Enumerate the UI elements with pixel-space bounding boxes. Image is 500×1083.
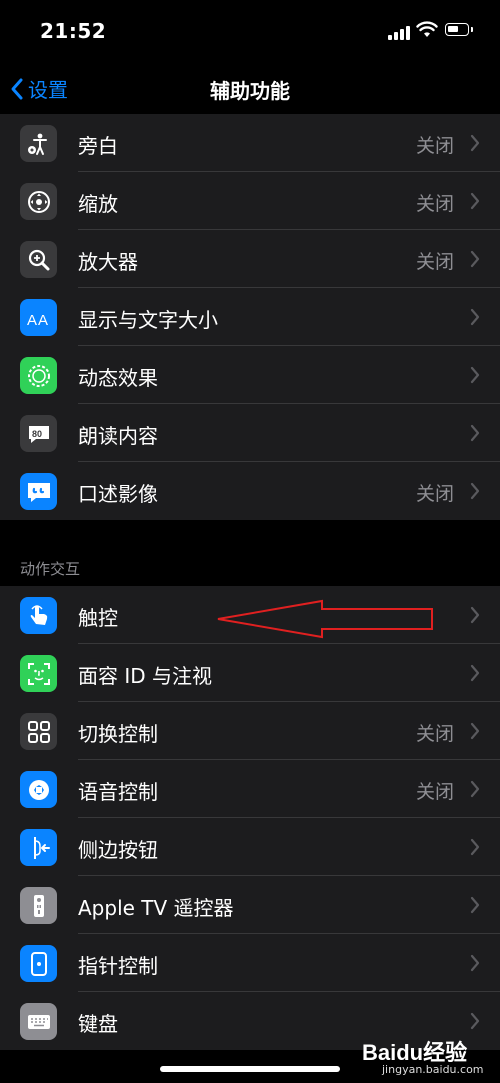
magnifier-icon (20, 241, 57, 278)
settings-row-value: 关闭 (415, 723, 454, 745)
status-bar: 21:52 (0, 0, 500, 60)
settings-row-value: 关闭 (415, 193, 454, 215)
chevron-right-icon (470, 664, 480, 682)
svg-text:A: A (38, 312, 48, 329)
chevron-right-icon (470, 1012, 480, 1030)
physical-motor-settings-group: 触控 面容 ID 与注视 切换控制 关闭 语音控制 关闭 侧边按钮 Apple TV 遥控器指… (0, 586, 500, 1050)
navigation-bar: 设置 辅助功能 (0, 60, 500, 116)
settings-row-value: 关闭 (415, 251, 454, 273)
settings-row-side-button[interactable]: 侧边按钮 (0, 818, 500, 876)
settings-row-label: 键盘 (78, 1012, 118, 1036)
voiceover-icon (20, 125, 57, 162)
settings-row-label: 切换控制 (78, 722, 158, 746)
settings-row-label: 动态效果 (78, 366, 158, 390)
settings-row-label: 缩放 (78, 192, 118, 216)
chevron-right-icon (470, 838, 480, 856)
chevron-right-icon (470, 308, 480, 326)
settings-row-value: 关闭 (415, 135, 454, 157)
settings-row-label: 触控 (78, 606, 118, 630)
baidu-jingyan-watermark: Baidu经验 jingyan.baidu.com (362, 1033, 492, 1079)
settings-row-switch-control[interactable]: 切换控制 关闭 (0, 702, 500, 760)
settings-row-motion[interactable]: 动态效果 (0, 346, 500, 404)
settings-row-voice-control[interactable]: 语音控制 关闭 (0, 760, 500, 818)
touch-icon (20, 597, 57, 634)
svg-text:80: 80 (32, 429, 42, 439)
zoom-icon (20, 183, 57, 220)
status-time: 21:52 (40, 19, 107, 43)
settings-row-touch[interactable]: 触控 (0, 586, 500, 644)
settings-row-value: 关闭 (415, 781, 454, 803)
settings-row-zoom[interactable]: 缩放 关闭 (0, 172, 500, 230)
settings-row-label: 侧边按钮 (78, 838, 158, 862)
audio-descriptions-icon (20, 473, 57, 510)
keyboard-icon (20, 1003, 57, 1040)
watermark-url: jingyan.baidu.com (382, 1063, 484, 1076)
chevron-right-icon (470, 606, 480, 624)
settings-row-label: 显示与文字大小 (78, 308, 218, 332)
chevron-right-icon (470, 134, 480, 152)
settings-row-magnifier[interactable]: 放大器 关闭 (0, 230, 500, 288)
settings-row-apple-tv-remote[interactable]: Apple TV 遥控器 (0, 876, 500, 934)
wifi-icon (416, 21, 438, 37)
section-header-physical-motor: 动作交互 (20, 560, 81, 578)
motion-icon (20, 357, 57, 394)
spoken-content-icon: 80 (20, 415, 57, 452)
settings-row-value: 关闭 (415, 483, 454, 505)
cellular-signal-icon (388, 24, 410, 40)
chevron-right-icon (470, 366, 480, 384)
chevron-right-icon (470, 954, 480, 972)
battery-icon (445, 23, 473, 36)
chevron-right-icon (470, 896, 480, 914)
chevron-right-icon (470, 722, 480, 740)
settings-row-pointer-control[interactable]: 指针控制 (0, 934, 500, 992)
home-indicator[interactable] (160, 1066, 340, 1072)
svg-text:A: A (27, 312, 37, 329)
settings-row-label: 口述影像 (78, 482, 158, 506)
settings-row-label: 朗读内容 (78, 424, 158, 448)
chevron-right-icon (470, 780, 480, 798)
pointer-control-icon (20, 945, 57, 982)
page-title: 辅助功能 (210, 79, 290, 103)
settings-row-voiceover[interactable]: 旁白 关闭 (0, 114, 500, 172)
settings-row-label: 放大器 (78, 250, 138, 274)
settings-row-label: 面容 ID 与注视 (78, 664, 213, 688)
apple-tv-remote-icon (20, 887, 57, 924)
settings-row-label: 语音控制 (78, 780, 158, 804)
settings-row-spoken-content[interactable]: 80 朗读内容 (0, 404, 500, 462)
side-button-icon (20, 829, 57, 866)
chevron-right-icon (470, 424, 480, 442)
chevron-right-icon (470, 250, 480, 268)
voice-control-icon (20, 771, 57, 808)
settings-row-face-id[interactable]: 面容 ID 与注视 (0, 644, 500, 702)
chevron-right-icon (470, 482, 480, 500)
switch-control-icon (20, 713, 57, 750)
settings-row-label: 旁白 (78, 134, 118, 158)
settings-row-audio-descriptions[interactable]: 口述影像 关闭 (0, 462, 500, 520)
face-id-icon (20, 655, 57, 692)
settings-row-label: 指针控制 (78, 954, 158, 978)
chevron-right-icon (470, 192, 480, 210)
text-size-icon: AA (20, 299, 57, 336)
vision-settings-group: 旁白 关闭 缩放 关闭 放大器 关闭 A A 显示与文字大小 动态效果 80 朗读内容 口述影像 关闭 (0, 114, 500, 520)
settings-row-text-size[interactable]: A A 显示与文字大小 (0, 288, 500, 346)
settings-row-label: Apple TV 遥控器 (78, 896, 234, 920)
